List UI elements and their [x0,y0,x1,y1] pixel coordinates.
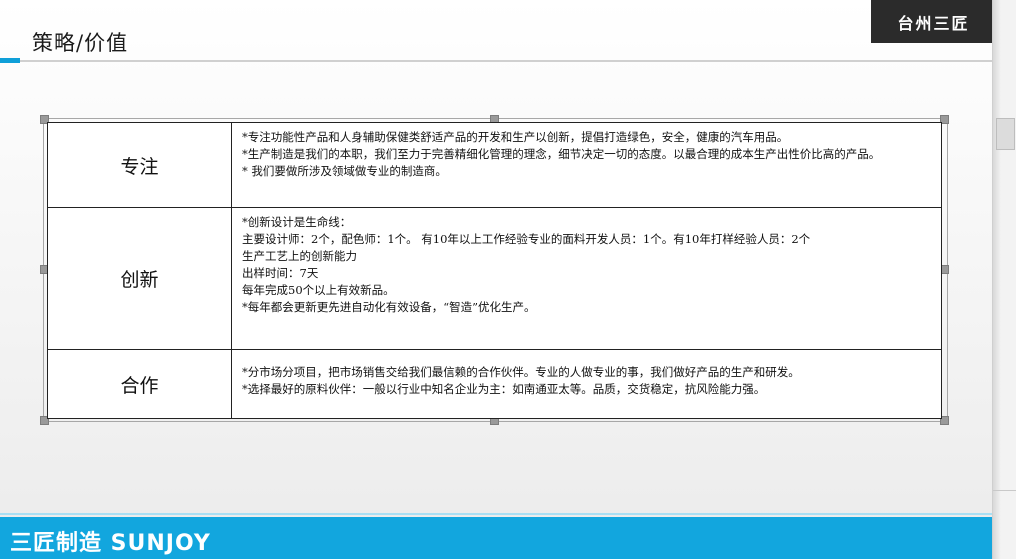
page-title: 策略/价值 [32,31,129,55]
title-divider [0,60,992,62]
desc-line: *专注功能性产品和人身辅助保健类舒适产品的开发和生产以创新，提倡打造绿色，安全，… [242,130,789,144]
desc-line: *每年都会更新更先进自动化有效设备，“智造”优化生产。 [242,300,536,314]
logo-text: 台州三匠 [897,13,970,33]
company-logo: 台州三匠 [871,0,992,43]
desc-line: *创新设计是生命线： [242,215,352,229]
row-description-cell[interactable]: *创新设计是生命线： 主要设计师：2个，配色师：1个。 有10年以上工作经验专业… [231,207,942,350]
table-row[interactable]: 创新 *创新设计是生命线： 主要设计师：2个，配色师：1个。 有10年以上工作经… [47,207,942,350]
strategy-table[interactable]: 专注 *专注功能性产品和人身辅助保健类舒适产品的开发和生产以创新，提倡打造绿色，… [47,122,942,419]
footer-divider [0,513,992,515]
desc-line: 每年完成50个以上有效新品。 [242,283,395,297]
slide-canvas: 策略/价值 台州三匠 专注 *专注功能性产品和人身辅助保健类舒适产品的开发和生产… [0,0,992,559]
desc-line: *生产制造是我们的本职，我们至力于完善精细化管理的理念，细节决定一切的态度。以最… [242,147,881,161]
row-description-cell[interactable]: *分市场分项目，把市场销售交给我们最信赖的合作伙伴。专业的人做专业的事，我们做好… [231,349,942,419]
scrollbar-shade [993,0,1001,559]
desc-line: *分市场分项目，把市场销售交给我们最信赖的合作伙伴。专业的人做专业的事，我们做好… [242,365,800,379]
scrollbar-thumb[interactable] [996,118,1015,150]
desc-line: *选择最好的原料伙伴：一般以行业中知名企业为主：如南通亚太等。品质，交货稳定，抗… [242,382,766,396]
desc-line: * 我们要做所涉及领域做专业的制造商。 [242,164,447,178]
table-row[interactable]: 专注 *专注功能性产品和人身辅助保健类舒适产品的开发和生产以创新，提倡打造绿色，… [47,122,942,208]
table-row[interactable]: 合作 *分市场分项目，把市场销售交给我们最信赖的合作伙伴。专业的人做专业的事，我… [47,349,942,419]
desc-line: 主要设计师：2个，配色师：1个。 有10年以上工作经验专业的面料开发人员：1个。… [242,232,811,246]
scrollbar-divider [993,490,1016,491]
row-key-cell[interactable]: 专注 [47,122,232,208]
desc-line: 出样时间：7天 [242,266,319,280]
row-key-cell[interactable]: 合作 [47,349,232,419]
row-key-cell[interactable]: 创新 [47,207,232,350]
footer-bar: 三匠制造 SUNJOY [0,517,992,559]
vertical-scrollbar[interactable] [992,0,1016,559]
title-accent-bar [0,58,20,63]
row-description-cell[interactable]: *专注功能性产品和人身辅助保健类舒适产品的开发和生产以创新，提倡打造绿色，安全，… [231,122,942,208]
desc-line: 生产工艺上的创新能力 [242,249,357,263]
footer-brand: 三匠制造 SUNJOY [10,531,211,556]
